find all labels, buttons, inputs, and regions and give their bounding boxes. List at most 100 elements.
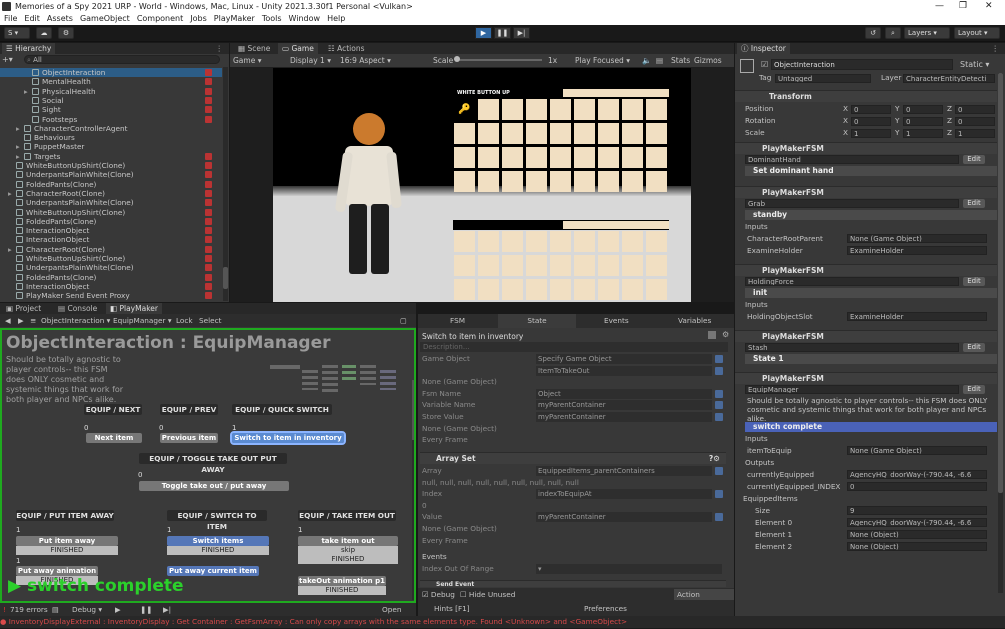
inventory-slot[interactable] bbox=[526, 255, 547, 276]
static-dropdown[interactable]: Static ▾ bbox=[960, 60, 989, 69]
playmakerfsm-header[interactable]: PlayMakerFSM bbox=[735, 142, 997, 154]
inventory-slot[interactable] bbox=[574, 99, 595, 120]
hierarchy-row[interactable]: PlayMaker Send Event Proxy bbox=[0, 291, 222, 300]
debug-toggle[interactable]: ☑ Debug bbox=[422, 588, 455, 602]
hierarchy-row[interactable]: WhiteButtonUpShirt(Clone) bbox=[0, 208, 222, 217]
property-value[interactable]: ExamineHolder bbox=[847, 312, 987, 321]
transform-pos-y-field[interactable]: 0 bbox=[903, 105, 943, 114]
inventory-slot[interactable] bbox=[622, 99, 643, 120]
transform-header[interactable]: Transform bbox=[735, 90, 997, 102]
search-icon[interactable]: ⌕ bbox=[885, 27, 901, 39]
inventory-slot[interactable] bbox=[622, 279, 643, 300]
display-dropdown[interactable]: Display 1 ▾ bbox=[290, 54, 331, 67]
inventory-slot[interactable] bbox=[598, 99, 619, 120]
send-event-header[interactable]: Send Event bbox=[420, 580, 726, 587]
inventory-slot[interactable] bbox=[550, 99, 571, 120]
hierarchy-row[interactable]: Social bbox=[0, 96, 222, 105]
inventory-slot[interactable] bbox=[646, 279, 667, 300]
debug-step-icon[interactable]: ▶| bbox=[163, 603, 171, 616]
list-icon[interactable]: ≡ bbox=[30, 314, 36, 327]
edit-button[interactable]: Edit bbox=[963, 155, 985, 164]
variable-toggle-icon[interactable] bbox=[715, 413, 723, 421]
inventory-slot-equipped[interactable]: 🔑 bbox=[454, 99, 475, 120]
inventory-slot[interactable] bbox=[550, 147, 571, 168]
transition-finished[interactable]: FINISHED bbox=[298, 586, 386, 595]
state-previous-item[interactable]: Previous item bbox=[160, 433, 218, 443]
edit-button[interactable]: Edit bbox=[963, 343, 985, 352]
game-view-dropdown[interactable]: Game ▾ bbox=[233, 54, 261, 67]
hierarchy-row[interactable]: Behaviours bbox=[0, 133, 222, 142]
inventory-slot[interactable] bbox=[478, 147, 499, 168]
tab-game[interactable]: ▭ Game bbox=[278, 43, 318, 54]
event-equip-quick-switch[interactable]: EQUIP / QUICK SWITCH bbox=[232, 404, 332, 415]
menu-item-playmaker[interactable]: PlayMaker bbox=[214, 14, 255, 23]
inventory-slot[interactable] bbox=[550, 255, 571, 276]
transition-finished[interactable]: FINISHED bbox=[167, 546, 269, 555]
inventory-slot[interactable] bbox=[502, 99, 523, 120]
menu-item-edit[interactable]: Edit bbox=[24, 14, 40, 23]
inventory-slot[interactable] bbox=[622, 171, 643, 192]
hierarchy-row[interactable]: WhiteButtonUpShirt(Clone) bbox=[0, 161, 222, 170]
inventory-slot[interactable] bbox=[454, 231, 475, 252]
hierarchy-search-input[interactable]: ⌕ All bbox=[24, 55, 220, 64]
inventory-slot[interactable] bbox=[574, 279, 595, 300]
inventory-slot[interactable] bbox=[574, 147, 595, 168]
inventory-slot[interactable] bbox=[526, 147, 547, 168]
transform-pos-x-field[interactable]: 0 bbox=[851, 105, 891, 114]
menu-item-gameobject[interactable]: GameObject bbox=[80, 14, 130, 23]
inventory-slot[interactable] bbox=[526, 279, 547, 300]
inventory-slot[interactable] bbox=[598, 147, 619, 168]
inspector-menu-icon[interactable]: ⋮ bbox=[992, 43, 1000, 54]
state-description-input[interactable]: Description... bbox=[420, 342, 728, 352]
create-button[interactable]: +▾ bbox=[2, 55, 20, 65]
layout-dropdown[interactable]: Layout ▾ bbox=[954, 27, 1000, 39]
property-value[interactable]: ExamineHolder bbox=[847, 246, 987, 255]
mute-icon[interactable]: 🔈 bbox=[642, 54, 651, 67]
index-out-of-range-dropdown[interactable]: ▾ bbox=[536, 564, 722, 574]
property-value[interactable]: None (Game Object) bbox=[847, 446, 987, 455]
inventory-slot[interactable] bbox=[478, 231, 499, 252]
inventory-slot[interactable] bbox=[598, 123, 619, 144]
gizmos-dropdown[interactable]: Gizmos bbox=[694, 54, 722, 67]
fsm-name-field[interactable]: Grab bbox=[745, 199, 959, 208]
hierarchy-row[interactable]: InteractionObject bbox=[0, 282, 222, 291]
fsm-name-field[interactable]: DominantHand bbox=[745, 155, 959, 164]
inventory-slot[interactable] bbox=[526, 171, 547, 192]
state-name-field[interactable]: Switch to item in inventory bbox=[422, 332, 523, 341]
active-checkbox[interactable]: ☑ bbox=[761, 60, 768, 69]
debug-play-icon[interactable]: ▶ bbox=[115, 603, 121, 616]
event-equip-prev[interactable]: EQUIP / PREV bbox=[160, 404, 218, 415]
inventory-slot[interactable] bbox=[574, 231, 595, 252]
hints-button[interactable]: Hints [F1] bbox=[434, 602, 470, 616]
gameobject-dropdown[interactable]: ObjectInteraction ▾ bbox=[41, 314, 110, 327]
inventory-slot[interactable] bbox=[454, 147, 475, 168]
tab-variables[interactable]: Variables bbox=[678, 314, 711, 328]
hierarchy-row[interactable]: FoldedPants(Clone) bbox=[0, 217, 222, 226]
minimize-button[interactable]: — bbox=[935, 0, 944, 13]
maximize-button[interactable]: ❐ bbox=[959, 0, 967, 13]
close-button[interactable]: ✕ bbox=[985, 0, 993, 13]
variable-toggle-icon[interactable] bbox=[715, 355, 723, 363]
property-value[interactable]: ItemToTakeOut bbox=[536, 365, 712, 376]
hierarchy-scrollbar[interactable] bbox=[223, 67, 228, 301]
inventory-slot[interactable] bbox=[646, 255, 667, 276]
property-value[interactable]: AgencyHQ_doorWay-(-790.44, -6.6 bbox=[847, 470, 987, 479]
hierarchy-row[interactable]: ObjectInteraction bbox=[0, 68, 222, 77]
menu-item-window[interactable]: Window bbox=[289, 14, 321, 23]
hierarchy-row[interactable]: ▸ PuppetMaster bbox=[0, 142, 222, 151]
hierarchy-row[interactable]: UnderpantsPlainWhite(Clone) bbox=[0, 263, 222, 272]
menu-item-jobs[interactable]: Jobs bbox=[190, 14, 207, 23]
scale-slider[interactable] bbox=[454, 56, 542, 62]
error-count[interactable]: 719 errors bbox=[10, 603, 48, 616]
debug-pause-icon[interactable]: ❚❚ bbox=[140, 603, 152, 616]
inventory-slot[interactable] bbox=[550, 123, 571, 144]
inventory-slot[interactable] bbox=[502, 279, 523, 300]
inventory-slot[interactable] bbox=[502, 255, 523, 276]
transform-scl-z-field[interactable]: 1 bbox=[955, 129, 995, 138]
tab-actions[interactable]: ☷ Actions bbox=[324, 43, 369, 54]
property-value[interactable]: Object bbox=[536, 388, 712, 399]
tab-state[interactable]: State bbox=[498, 314, 576, 328]
inventory-slot[interactable] bbox=[478, 279, 499, 300]
transform-scl-y-field[interactable]: 1 bbox=[903, 129, 943, 138]
expand-arrow-icon[interactable]: ▸ bbox=[16, 124, 20, 133]
